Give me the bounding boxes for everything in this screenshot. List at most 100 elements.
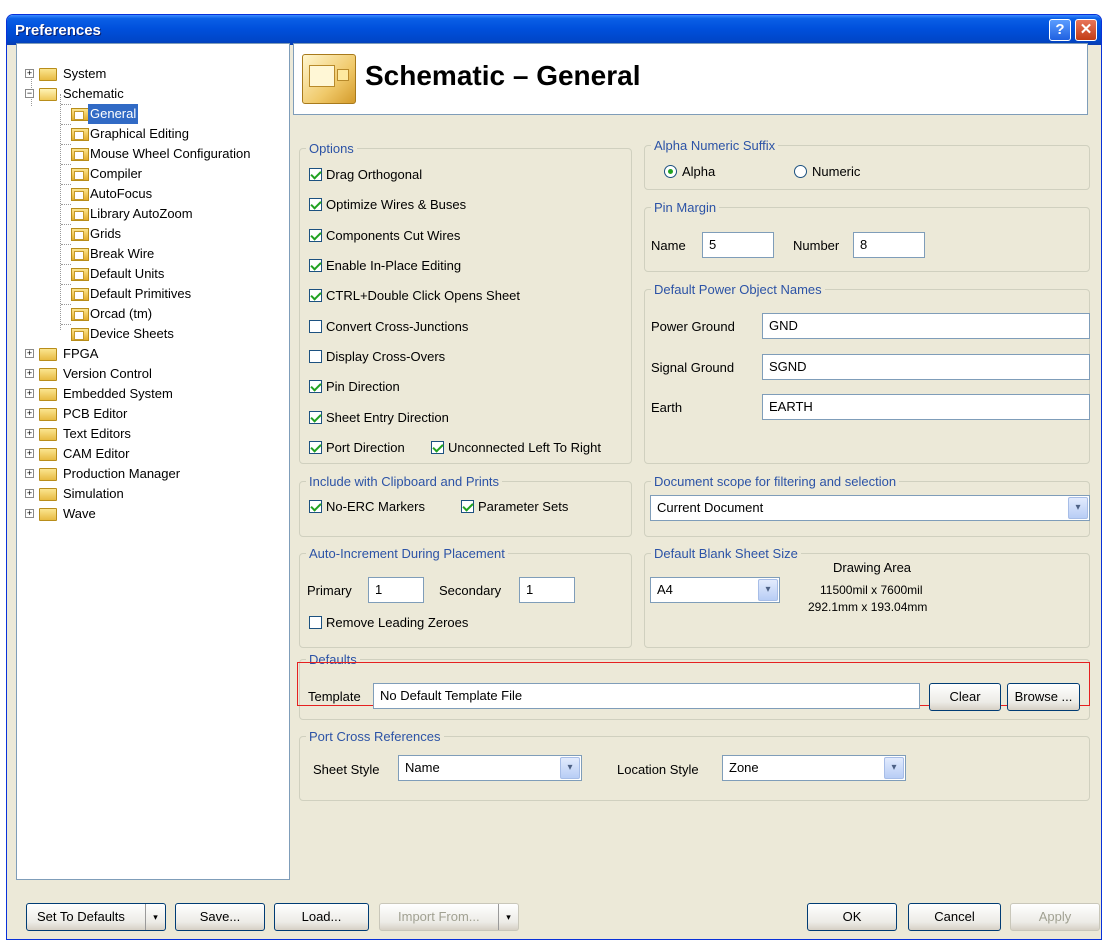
checkbox-label: Optimize Wires & Buses (326, 197, 467, 212)
checkbox-label: Enable In-Place Editing (326, 258, 462, 273)
unconnected-left-to-right-checkbox[interactable]: Unconnected Left To Right (431, 439, 601, 457)
checkbox-label: Convert Cross-Junctions (326, 319, 469, 334)
location-style-select[interactable]: Zone ▾ (722, 755, 906, 781)
dropdown-arrow-icon[interactable]: ▾ (145, 904, 165, 930)
earth-input[interactable]: EARTH (762, 394, 1090, 420)
folder-icon (39, 428, 57, 441)
expand-icon[interactable]: + (25, 449, 34, 458)
display-cross-overs-checkbox[interactable]: Display Cross-Overs (309, 348, 445, 366)
set-to-defaults-button[interactable]: Set To Defaults ▾ (26, 903, 166, 931)
clear-button[interactable]: Clear (929, 683, 1001, 711)
group-legend: Pin Margin (654, 200, 717, 215)
group-legend: Include with Clipboard and Prints (309, 474, 500, 489)
name-label: Name (651, 238, 686, 253)
apply-button[interactable]: Apply (1010, 903, 1100, 931)
convert-cross-junctions-checkbox[interactable]: Convert Cross-Junctions (309, 318, 468, 336)
expand-icon[interactable]: + (25, 389, 34, 398)
expand-icon[interactable]: + (25, 409, 34, 418)
alpha-radio[interactable]: Alpha (664, 163, 715, 181)
checkbox-unchecked-icon (309, 616, 322, 629)
checkbox-label: CTRL+Double Click Opens Sheet (326, 288, 521, 303)
folder-icon (39, 348, 57, 361)
tree-item-label: Mouse Wheel Configuration (90, 146, 251, 161)
tree-item-label: Version Control (63, 366, 152, 381)
checkbox-label: Components Cut Wires (326, 228, 461, 243)
folder-icon (39, 388, 57, 401)
template-input[interactable]: No Default Template File (373, 683, 920, 709)
expand-icon[interactable]: + (25, 349, 34, 358)
sheet-style-select[interactable]: Name ▾ (398, 755, 582, 781)
tree-item-label: Default Units (90, 266, 165, 281)
checkbox-checked-icon (309, 259, 322, 272)
preferences-tree[interactable]: + System − Schematic General Graphical E… (16, 43, 290, 880)
button-label: Import From... (398, 909, 480, 924)
checkbox-checked-icon (309, 168, 322, 181)
optimize-wires-checkbox[interactable]: Optimize Wires & Buses (309, 196, 466, 214)
expand-icon[interactable]: + (25, 509, 34, 518)
cancel-button[interactable]: Cancel (908, 903, 1001, 931)
parameter-sets-checkbox[interactable]: Parameter Sets (461, 498, 568, 516)
select-value: Current Document (657, 500, 764, 515)
power-ground-input[interactable]: GND (762, 313, 1090, 339)
no-erc-markers-checkbox[interactable]: No-ERC Markers (309, 498, 425, 516)
dropdown-arrow-icon[interactable]: ▾ (1068, 497, 1088, 519)
close-button[interactable]: ✕ (1075, 19, 1097, 41)
tree-item-label: System (63, 66, 107, 81)
ok-button[interactable]: OK (807, 903, 897, 931)
primary-increment-input[interactable]: 1 (368, 577, 424, 603)
checkbox-checked-icon (309, 380, 322, 393)
page-icon (71, 248, 89, 261)
page-icon (71, 228, 89, 241)
folder-icon (39, 448, 57, 461)
group-legend: Document scope for filtering and selecti… (654, 474, 897, 489)
secondary-increment-input[interactable]: 1 (519, 577, 575, 603)
ctrl-double-click-checkbox[interactable]: CTRL+Double Click Opens Sheet (309, 287, 520, 305)
checkbox-checked-icon (309, 229, 322, 242)
expand-icon[interactable]: + (25, 369, 34, 378)
select-value: Name (405, 760, 440, 775)
remove-leading-zeroes-checkbox[interactable]: Remove Leading Zeroes (309, 614, 468, 632)
folder-icon (39, 68, 57, 81)
checkbox-checked-icon (309, 289, 322, 302)
checkbox-checked-icon (309, 411, 322, 424)
signal-ground-input[interactable]: SGND (762, 354, 1090, 380)
port-direction-checkbox[interactable]: Port Direction (309, 439, 405, 457)
browse-button[interactable]: Browse ... (1007, 683, 1080, 711)
numeric-radio[interactable]: Numeric (794, 163, 860, 181)
dropdown-arrow-icon[interactable]: ▾ (560, 757, 580, 779)
pin-number-margin-input[interactable]: 8 (853, 232, 925, 258)
number-label: Number (793, 238, 840, 253)
page-icon (71, 288, 89, 301)
enable-inplace-editing-checkbox[interactable]: Enable In-Place Editing (309, 257, 461, 275)
checkbox-label: Drag Orthogonal (326, 167, 423, 182)
dropdown-arrow-icon[interactable]: ▾ (884, 757, 904, 779)
group-legend: Port Cross References (309, 729, 441, 744)
document-scope-select[interactable]: Current Document ▾ (650, 495, 1090, 521)
tree-item-label: Default Primitives (90, 286, 192, 301)
help-button[interactable]: ? (1049, 19, 1071, 41)
select-value: A4 (657, 582, 673, 597)
dropdown-arrow-icon[interactable]: ▾ (758, 579, 778, 601)
checkbox-checked-icon (309, 198, 322, 211)
load-button[interactable]: Load... (274, 903, 369, 931)
components-cut-wires-checkbox[interactable]: Components Cut Wires (309, 227, 460, 245)
expand-icon[interactable]: + (25, 69, 34, 78)
title-bar[interactable]: Preferences ? ✕ (7, 15, 1101, 45)
pin-name-margin-input[interactable]: 5 (702, 232, 774, 258)
tree-item-label: AutoFocus (90, 186, 153, 201)
pin-direction-checkbox[interactable]: Pin Direction (309, 378, 400, 396)
page-icon (71, 148, 89, 161)
tree-item-label: FPGA (63, 346, 99, 361)
expand-icon[interactable]: + (25, 489, 34, 498)
import-from-button[interactable]: Import From... ▾ (379, 903, 519, 931)
expand-icon[interactable]: + (25, 429, 34, 438)
page-icon (71, 188, 89, 201)
collapse-icon[interactable]: − (25, 89, 34, 98)
drag-orthogonal-checkbox[interactable]: Drag Orthogonal (309, 166, 422, 184)
save-button[interactable]: Save... (175, 903, 265, 931)
sheet-entry-direction-checkbox[interactable]: Sheet Entry Direction (309, 409, 449, 427)
dropdown-arrow-icon[interactable]: ▾ (498, 904, 518, 930)
secondary-label: Secondary (439, 583, 502, 598)
expand-icon[interactable]: + (25, 469, 34, 478)
sheet-size-select[interactable]: A4 ▾ (650, 577, 780, 603)
